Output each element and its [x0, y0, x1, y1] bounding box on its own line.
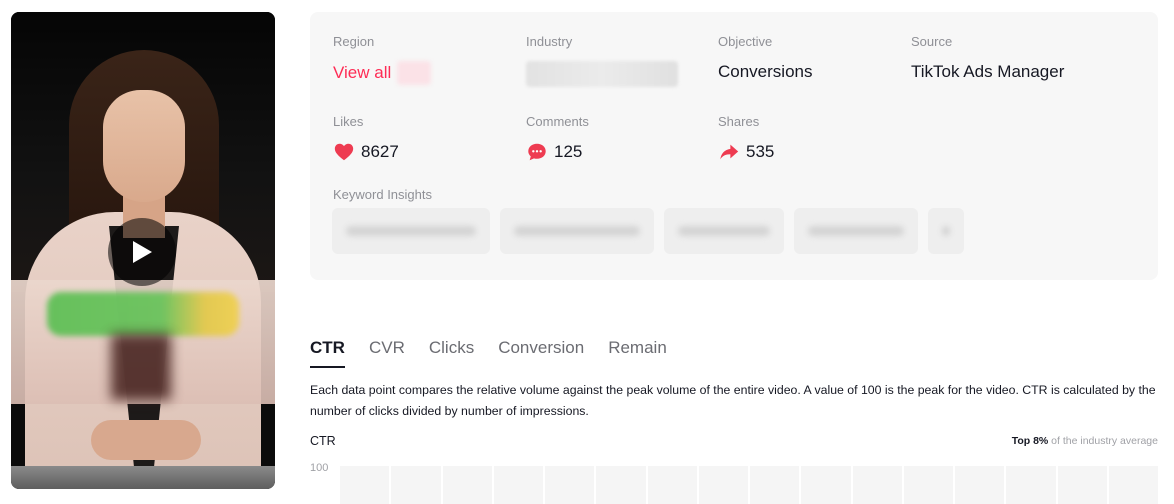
play-button[interactable]	[108, 218, 176, 286]
chart-grid-column	[698, 466, 748, 504]
chart-grid-column	[647, 466, 697, 504]
likes-field: Likes 8627	[333, 114, 399, 163]
chart-grid-column	[545, 466, 595, 504]
chart-grid-column	[493, 466, 543, 504]
tab-ctr[interactable]: CTR	[310, 336, 345, 368]
industry-field: Industry	[526, 34, 678, 87]
keyword-insights-field: Keyword Insights	[333, 187, 432, 203]
blurred-industry-value	[526, 61, 678, 87]
chart-grid-column	[1006, 466, 1056, 504]
tab-remain[interactable]: Remain	[608, 336, 667, 366]
comments-label: Comments	[526, 114, 589, 129]
presenter-hands	[91, 420, 201, 460]
desk	[11, 466, 275, 489]
chart-grid-column	[340, 466, 390, 504]
keyword-chip[interactable]	[500, 208, 654, 254]
objective-field: Objective Conversions	[718, 34, 813, 83]
heart-icon	[334, 143, 354, 161]
keyword-insights-label: Keyword Insights	[333, 187, 432, 202]
chart-grid-column	[391, 466, 441, 504]
chart-grid-column	[801, 466, 851, 504]
presenter-face	[103, 90, 185, 202]
shares-value: 535	[746, 142, 775, 161]
chart-grid-column	[1057, 466, 1107, 504]
source-value: TikTok Ads Manager	[911, 62, 1065, 81]
y-axis-max-label: 100	[310, 462, 329, 474]
likes-value: 8627	[361, 142, 399, 161]
blurred-caption-bar	[47, 292, 239, 336]
ctr-chart: 100	[310, 460, 1158, 504]
comments-field: Comments 125	[526, 114, 589, 163]
objective-label: Objective	[718, 34, 773, 49]
source-label: Source	[911, 34, 953, 49]
industry-label: Industry	[526, 34, 573, 49]
shares-label: Shares	[718, 114, 760, 129]
chart-grid-column	[1108, 466, 1158, 504]
chart-grid	[340, 466, 1158, 504]
chart-grid-column	[442, 466, 492, 504]
metric-tabs: CTR CVR Clicks Conversion Remain	[310, 336, 667, 368]
industry-average-text: of the industry average	[1051, 435, 1158, 447]
source-field: Source TikTok Ads Manager	[911, 34, 1064, 83]
tab-clicks[interactable]: Clicks	[429, 336, 474, 366]
chart-grid-column	[903, 466, 953, 504]
video-thumbnail[interactable]	[11, 12, 275, 489]
ctr-chart-title: CTR	[310, 434, 336, 448]
objective-value: Conversions	[718, 62, 813, 81]
comments-value: 125	[554, 142, 583, 161]
chart-grid-column	[750, 466, 800, 504]
shares-field: Shares 535	[718, 114, 774, 163]
chart-grid-column	[596, 466, 646, 504]
industry-rank: Top 8%	[1011, 435, 1049, 447]
blurred-overlay-detail	[111, 334, 171, 400]
tab-cvr[interactable]: CVR	[369, 336, 405, 366]
keyword-more-chip[interactable]	[928, 208, 964, 254]
comment-icon	[528, 143, 546, 161]
keyword-chip[interactable]	[332, 208, 490, 254]
blurred-region-count	[397, 61, 432, 85]
region-field: Region View all	[333, 34, 432, 85]
keyword-chip[interactable]	[794, 208, 918, 254]
likes-label: Likes	[333, 114, 364, 129]
keyword-chip[interactable]	[664, 208, 784, 254]
region-label: Region	[333, 34, 375, 49]
ad-info-panel: Region View all Industry Objective Conve…	[310, 12, 1158, 280]
chart-grid-column	[955, 466, 1005, 504]
industry-comparison-note: Top 8% of the industry average	[1012, 435, 1158, 447]
tab-conversion[interactable]: Conversion	[498, 336, 584, 366]
chart-grid-column	[852, 466, 902, 504]
keyword-insights-list	[332, 208, 984, 254]
play-icon	[133, 241, 152, 263]
metric-description: Each data point compares the relative vo…	[310, 383, 1156, 418]
region-view-all-link[interactable]: View all	[333, 62, 391, 84]
ctr-chart-header: CTR Top 8% of the industry average	[310, 434, 1158, 448]
share-icon	[720, 144, 739, 160]
